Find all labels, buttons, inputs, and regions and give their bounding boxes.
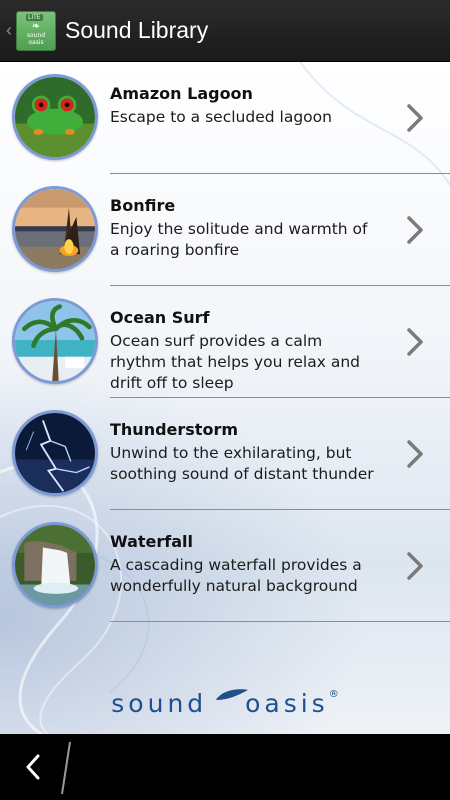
thunderstorm-thumbnail — [12, 410, 98, 496]
item-title: Bonfire — [110, 196, 176, 215]
brand-word-oasis: oasis — [245, 689, 329, 718]
action-bar: ‹ LITE ❧ sound oasis Sound Library — [0, 0, 450, 62]
list-item-amazon-lagoon[interactable]: Amazon Lagoon Escape to a secluded lagoo… — [0, 62, 450, 174]
nav-divider-icon — [61, 741, 71, 795]
sound-list-screen: Amazon Lagoon Escape to a secluded lagoo… — [0, 62, 450, 734]
app-icon-text-1: sound — [26, 31, 46, 39]
back-arrow-icon[interactable] — [22, 752, 44, 782]
app-icon-text-2: oasis — [28, 38, 44, 46]
page-title: Sound Library — [65, 17, 209, 43]
bonfire-thumbnail — [12, 186, 98, 272]
chevron-right-icon — [407, 328, 423, 356]
waterfall-thumbnail — [12, 522, 98, 608]
item-description: Ocean surf provides a calm rhythm that h… — [110, 332, 360, 392]
leaf-icon: ❧ — [31, 20, 41, 32]
chevron-right-icon — [407, 440, 423, 468]
brand-word-sound: sound — [111, 689, 208, 718]
list-item-bonfire[interactable]: Bonfire Enjoy the solitude and warmth of… — [0, 174, 450, 286]
list-item-ocean-surf[interactable]: Ocean Surf Ocean surf provides a calm rh… — [0, 286, 450, 398]
up-caret-icon[interactable]: ‹ — [3, 0, 15, 62]
item-title: Waterfall — [110, 532, 193, 551]
sound-list: Amazon Lagoon Escape to a secluded lagoo… — [0, 62, 450, 622]
item-title: Amazon Lagoon — [110, 84, 253, 103]
item-title: Ocean Surf — [110, 308, 210, 327]
divider — [110, 621, 450, 622]
chevron-right-icon — [407, 216, 423, 244]
lite-badge: LITE — [26, 13, 43, 21]
brand-leaf-icon — [216, 689, 248, 700]
item-description: Enjoy the solitude and warmth of a roari… — [110, 220, 368, 259]
ocean-surf-thumbnail — [12, 298, 98, 384]
list-item-waterfall[interactable]: Waterfall A cascading waterfall provides… — [0, 510, 450, 622]
item-description: Escape to a secluded lagoon — [110, 108, 332, 126]
list-item-thunderstorm[interactable]: Thunderstorm Unwind to the exhilarating,… — [0, 398, 450, 510]
item-title: Thunderstorm — [110, 420, 239, 439]
app-logo-icon[interactable]: LITE ❧ sound oasis — [16, 10, 56, 51]
amazon-lagoon-thumbnail — [12, 74, 98, 160]
system-nav-bar — [0, 734, 450, 800]
chevron-right-icon — [407, 552, 423, 580]
registered-mark: ® — [328, 689, 339, 700]
item-description: Unwind to the exhilarating, but soothing… — [110, 444, 374, 483]
chevron-right-icon — [407, 104, 423, 132]
item-description: A cascading waterfall provides a wonderf… — [110, 556, 362, 595]
